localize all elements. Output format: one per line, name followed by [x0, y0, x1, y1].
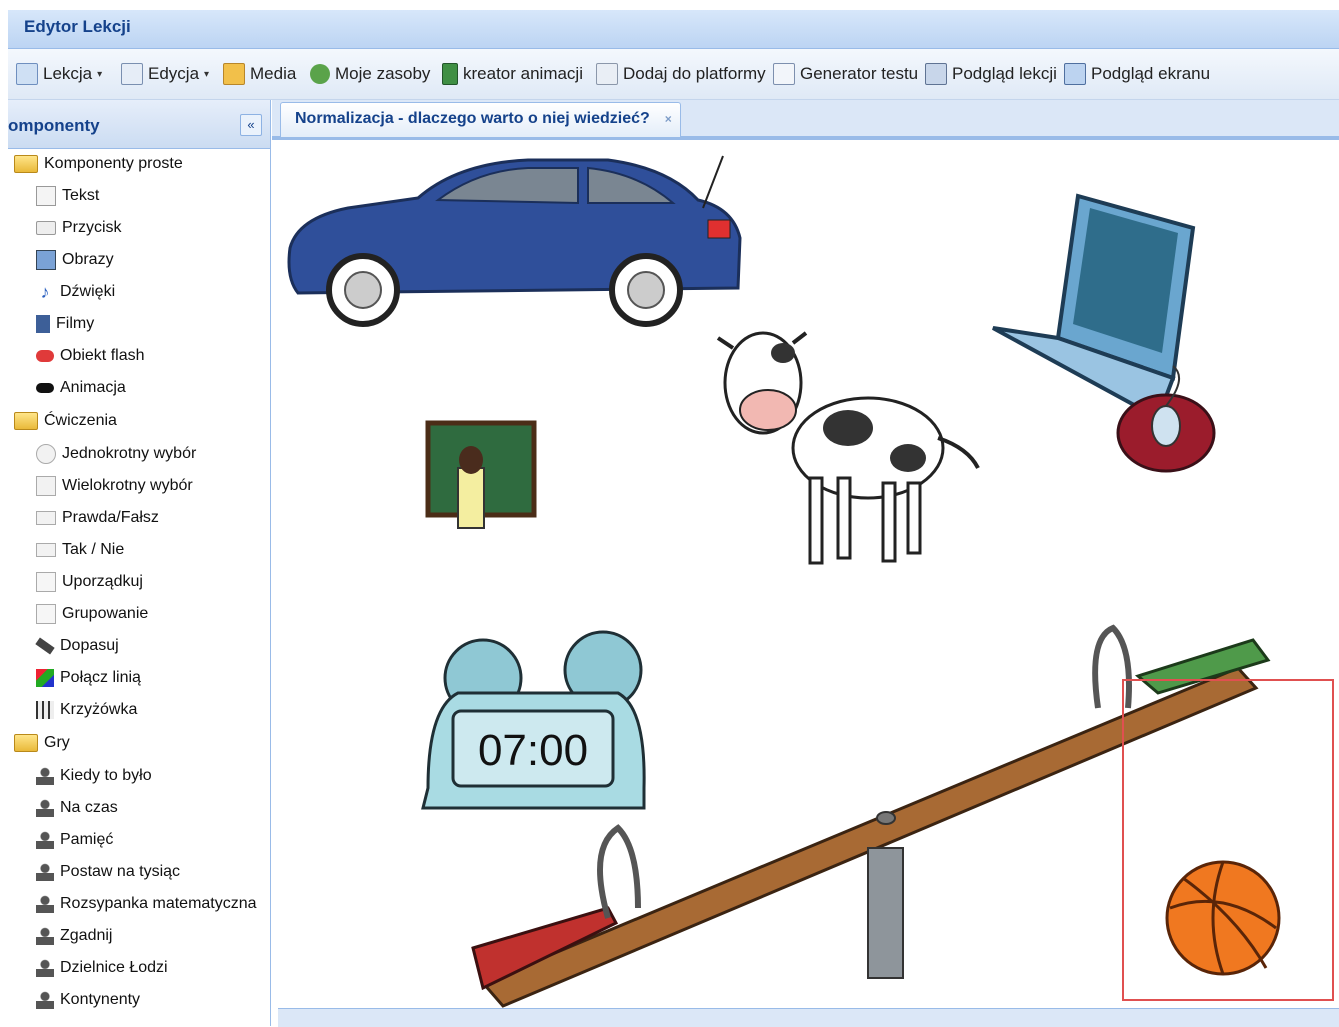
- tab-title: Normalizacja - dlaczego warto o niej wie…: [295, 110, 650, 127]
- folder-icon: [14, 734, 38, 752]
- chevron-down-icon: ▾: [97, 68, 103, 80]
- clock-time: 07:00: [478, 726, 588, 775]
- connect-line-icon: [36, 669, 54, 687]
- tree-folder-games[interactable]: Gry: [14, 728, 70, 758]
- button-icon: [36, 221, 56, 235]
- text-icon: [36, 186, 56, 206]
- menu-lekcja-button[interactable]: Lekcja ▾: [16, 61, 102, 87]
- tree-item-sounds[interactable]: ♪ Dźwięki: [36, 277, 116, 307]
- folder-icon: [14, 412, 38, 430]
- media-icon: [223, 63, 245, 85]
- components-panel: omponenty « Komponenty proste Tekst Przy…: [8, 100, 271, 1026]
- yes-no-icon: [36, 543, 56, 557]
- user-icon: [36, 831, 54, 849]
- user-icon: [36, 927, 54, 945]
- music-note-icon: ♪: [40, 282, 50, 302]
- tree-item-images[interactable]: Obrazy: [36, 245, 114, 275]
- tree-item-game[interactable]: Zgadnij: [36, 921, 112, 951]
- collapse-panel-icon[interactable]: «: [240, 114, 262, 136]
- tree-item-order[interactable]: Uporządkuj: [36, 567, 143, 597]
- order-icon: [36, 572, 56, 592]
- user-icon: [36, 991, 54, 1009]
- tree-folder-exercises[interactable]: Ćwiczenia: [14, 406, 117, 436]
- crossword-icon: [36, 701, 54, 719]
- test-generator-button[interactable]: Generator testu: [773, 61, 918, 87]
- tree-item-flash-object[interactable]: Obiekt flash: [36, 341, 144, 371]
- tree-item-text[interactable]: Tekst: [36, 181, 99, 211]
- plug-icon: [35, 637, 55, 655]
- basketball-image[interactable]: [1165, 860, 1281, 976]
- tree-item-game[interactable]: Kontynenty: [36, 985, 140, 1015]
- my-resources-button[interactable]: Moje zasoby: [310, 61, 430, 87]
- tree-item-game[interactable]: Rozsypanka matematyczna: [36, 889, 257, 919]
- add-to-platform-button[interactable]: Dodaj do platformy: [596, 61, 766, 87]
- tree-item-grouping[interactable]: Grupowanie: [36, 599, 148, 629]
- tree-item-films[interactable]: Filmy: [36, 309, 94, 339]
- screen-icon: [1064, 63, 1086, 85]
- lesson-canvas[interactable]: 07:00: [278, 148, 1339, 1008]
- user-icon: [36, 863, 54, 881]
- tree-item-multiple-choice[interactable]: Wielokrotny wybór: [36, 471, 193, 501]
- user-icon: [36, 799, 54, 817]
- document-tab-bar: Normalizacja - dlaczego warto o niej wie…: [272, 100, 1339, 140]
- grouping-icon: [36, 604, 56, 624]
- window-title-bar: Edytor Lekcji: [8, 10, 1339, 49]
- tree-item-true-false[interactable]: Prawda/Fałsz: [36, 503, 159, 533]
- tree-item-game[interactable]: Pamięć: [36, 825, 113, 855]
- alarm-clock-image[interactable]: [421, 630, 646, 810]
- multiple-choice-icon: [36, 476, 56, 496]
- single-choice-icon: [36, 444, 56, 464]
- chevron-down-icon: ▾: [204, 68, 210, 80]
- chalkboard-image[interactable]: [425, 420, 537, 529]
- user-icon: [36, 959, 54, 977]
- platform-icon: [596, 63, 618, 85]
- user-icon: [36, 767, 54, 785]
- edit-icon: [121, 63, 143, 85]
- tree-item-game[interactable]: Postaw na tysiąc: [36, 857, 180, 887]
- test-icon: [773, 63, 795, 85]
- components-panel-header: omponenty «: [8, 100, 270, 149]
- tree-folder-simple-components[interactable]: Komponenty proste: [14, 149, 183, 179]
- film-icon: [442, 63, 458, 85]
- components-panel-title: omponenty: [8, 116, 100, 135]
- screen-preview-button[interactable]: Podgląd ekranu: [1064, 61, 1210, 87]
- true-false-icon: [36, 511, 56, 525]
- tree-item-yes-no[interactable]: Tak / Nie: [36, 535, 124, 565]
- user-icon: [36, 895, 54, 913]
- car-image[interactable]: [287, 155, 742, 327]
- flash-icon: [36, 350, 54, 362]
- tree-item-single-choice[interactable]: Jednokrotny wybór: [36, 439, 196, 469]
- image-icon: [36, 250, 56, 270]
- cow-image[interactable]: [716, 331, 980, 565]
- resources-icon: [310, 64, 330, 84]
- canvas-illustrations: 07:00: [287, 155, 1334, 1008]
- tree-item-game[interactable]: Dzielnice Łodzi: [36, 953, 168, 983]
- tab-document[interactable]: Normalizacja - dlaczego warto o niej wie…: [280, 102, 681, 137]
- media-button[interactable]: Media: [223, 61, 296, 87]
- animation-icon: [36, 383, 54, 393]
- window-title: Edytor Lekcji: [24, 17, 131, 36]
- lesson-preview-button[interactable]: Podgląd lekcji: [925, 61, 1057, 87]
- folder-icon: [14, 155, 38, 173]
- close-icon[interactable]: ×: [665, 103, 672, 135]
- tree-item-match[interactable]: Dopasuj: [35, 631, 119, 661]
- tree-item-game[interactable]: Kiedy to było: [36, 761, 152, 791]
- lesson-icon: [16, 63, 38, 85]
- tree-item-crossword[interactable]: Krzyżówka: [36, 695, 137, 725]
- tree-item-animation[interactable]: Animacja: [36, 373, 126, 403]
- animation-creator-button[interactable]: kreator animacji: [442, 61, 583, 87]
- canvas-scrollbar[interactable]: [278, 1008, 1339, 1027]
- menu-edycja-button[interactable]: Edycja ▾: [121, 61, 209, 87]
- tree-item-game[interactable]: Na czas: [36, 793, 118, 823]
- main-toolbar: Lekcja ▾ Edycja ▾ Media Moje zasoby krea…: [8, 49, 1339, 100]
- preview-icon: [925, 63, 947, 85]
- film-icon: [36, 315, 50, 333]
- tree-item-connect-line[interactable]: Połącz linią: [36, 663, 141, 693]
- tree-item-button[interactable]: Przycisk: [36, 213, 122, 243]
- laptop-image[interactable]: [992, 193, 1216, 473]
